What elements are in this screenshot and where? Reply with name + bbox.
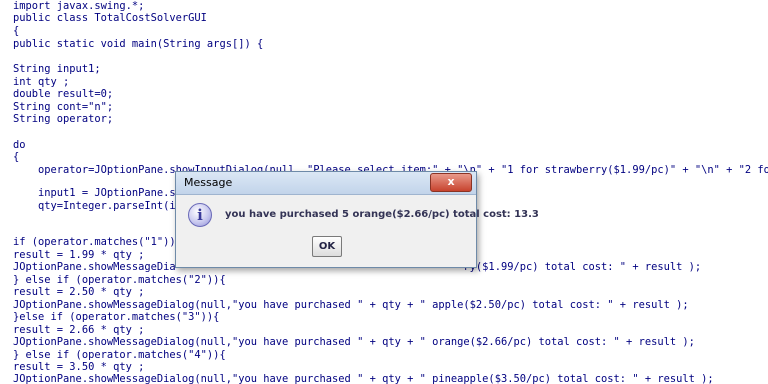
code-line: qty=Integer.parseInt(in	[13, 200, 182, 212]
close-button[interactable]: x	[430, 173, 472, 192]
code-line: result = 2.50 * qty ;	[13, 286, 145, 298]
code-line: public static void main(String args[]) {	[13, 38, 264, 50]
code-line: String input1;	[13, 63, 101, 75]
code-line: String operator;	[13, 113, 114, 125]
message-dialog[interactable]: Message x i you have purchased 5 orange(…	[175, 171, 539, 268]
info-icon: i	[188, 203, 212, 227]
code-line: {	[13, 25, 20, 37]
dialog-titlebar[interactable]: Message x	[176, 172, 476, 195]
code-line: }else if (operator.matches("3")){	[13, 311, 220, 323]
ok-button[interactable]: OK	[312, 236, 342, 257]
code-line: if (operator.matches("1"))	[13, 236, 176, 248]
code-line: double result=0;	[13, 88, 114, 100]
dialog-title: Message	[184, 176, 233, 189]
code-line: JOptionPane.showMessageDialog(null,"you …	[13, 373, 714, 384]
code-line: input1 = JOptionPane.s	[13, 187, 176, 199]
close-icon: x	[447, 175, 455, 188]
code-line: public class TotalCostSolverGUI	[13, 12, 207, 24]
dialog-message: you have purchased 5 orange($2.66/pc) to…	[225, 209, 539, 220]
code-line: {	[13, 151, 20, 163]
code-line: JOptionPane.showMessageDialog(null,"you …	[13, 336, 695, 348]
